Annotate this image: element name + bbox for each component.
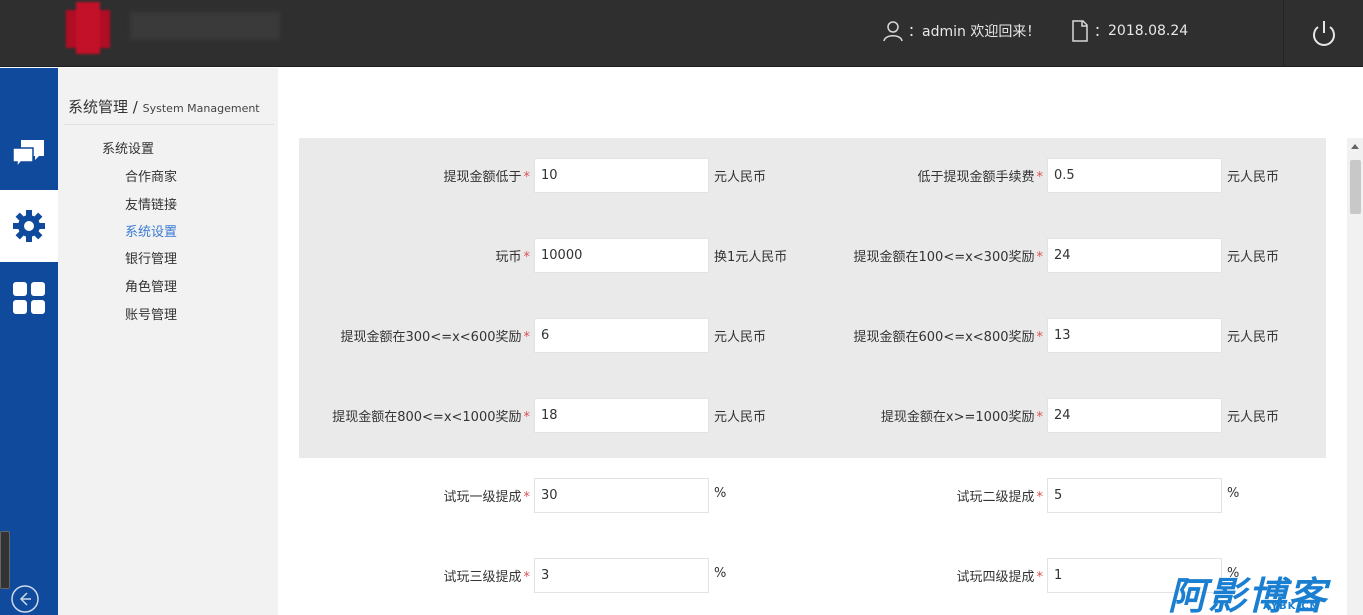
field-label: 试玩三级提成 * [443,570,530,585]
submenu-divider [64,124,274,125]
field-unit: 元人民币 [1227,330,1280,345]
logo [58,2,122,54]
min-withdraw-input[interactable] [534,158,709,193]
field-label: 提现金额低于 * [443,170,530,185]
field-label: 试玩二级提成 * [956,490,1043,505]
field-unit: 换1元人民币 [714,250,788,265]
trial-level3-input[interactable] [534,558,709,593]
date-colon: ： [1094,24,1108,40]
submenu-item-links[interactable]: 友情链接 [125,194,177,213]
field-label: 试玩四级提成 * [956,570,1043,585]
scroll-up-arrow-icon[interactable] [1351,144,1359,149]
watermark-logo: 阿影博客 AYBK.CN [1168,565,1363,615]
submenu-group-label: 系统设置 [102,142,155,157]
submenu-item-bank[interactable]: 银行管理 [125,248,177,267]
field-label: 提现金额在x>=1000奖励 * [880,410,1043,425]
arrow-left-circle-icon [11,585,39,613]
collapse-button[interactable] [10,584,40,614]
field-label: 提现金额在300<=x<600奖励 * [340,330,531,345]
submenu-title-sep: / [132,98,138,116]
submenu-item-accounts[interactable]: 账号管理 [125,304,177,323]
submenu-title: 系统管理 / System Management [68,96,260,117]
submenu: 系统管理 / System Management 系统设置 合作商家 友情链接 … [58,68,278,615]
power-icon [1312,20,1335,46]
top-bar: ： admin 欢迎回来！ ： 2018.08.24 [0,0,1363,67]
submenu-item-system-settings[interactable]: 系统设置 [125,221,177,240]
field-unit: 元人民币 [1227,250,1280,265]
field-unit: 元人民币 [1227,410,1280,425]
logo-text-blurred [130,12,280,40]
trial-level2-input[interactable] [1047,478,1222,513]
submenu-title-cn: 系统管理 [68,98,129,116]
field-label: 低于提现金额手续费 * [917,170,1043,185]
field-unit: % [714,486,727,501]
reward-1000-plus-input[interactable] [1047,398,1222,433]
rail-drag-handle[interactable] [0,531,10,589]
document-icon [1072,20,1088,42]
submenu-item-partners[interactable]: 合作商家 [125,166,177,185]
field-unit: 元人民币 [714,410,767,425]
grid-icon [13,282,45,314]
reward-300-600-input[interactable] [534,318,709,353]
scroll-thumb[interactable] [1350,160,1361,214]
main-content: 提现金额低于* 元人民币 低于提现金额手续费* 元人民币 玩币* 换1元人民币 … [278,68,1363,615]
reward-800-1000-input[interactable] [534,398,709,433]
icon-rail [0,68,58,615]
field-unit: 元人民币 [714,170,767,185]
field-label: 试玩一级提成 * [443,490,530,505]
low-withdraw-fee-input[interactable] [1047,158,1222,193]
submenu-title-en: System Management [142,102,260,115]
logout-button[interactable] [1283,0,1363,67]
user-greeting: ： admin 欢迎回来！ [882,20,1040,42]
date-text: 2018.08.24 [1108,23,1189,39]
vertical-scrollbar[interactable] [1347,138,1363,615]
coin-rate-input[interactable] [534,238,709,273]
trial-level1-input[interactable] [534,478,709,513]
submenu-item-roles[interactable]: 角色管理 [125,276,177,295]
rail-item-apps[interactable] [0,262,58,334]
reward-100-300-input[interactable] [1047,238,1222,273]
field-label: 提现金额在600<=x<800奖励 * [853,330,1044,345]
field-label: 玩币 * [495,250,530,265]
user-icon [883,21,903,42]
field-unit: % [714,566,727,581]
chat-bubbles-icon [12,140,44,170]
reward-600-800-input[interactable] [1047,318,1222,353]
rail-item-messages[interactable] [0,118,58,190]
field-label: 提现金额在800<=x<1000奖励 * [332,410,530,425]
watermark-sub: AYBK.CN [1263,601,1319,612]
rail-item-settings[interactable] [0,190,58,262]
user-text: admin 欢迎回来！ [922,24,1041,40]
field-label: 提现金额在100<=x<300奖励 * [853,250,1044,265]
field-unit: 元人民币 [1227,170,1280,185]
field-unit: 元人民币 [714,330,767,345]
user-colon: ： [908,24,922,40]
field-unit: % [1227,486,1240,501]
gear-icon [13,210,45,242]
date-display: ： 2018.08.24 [1070,20,1188,42]
